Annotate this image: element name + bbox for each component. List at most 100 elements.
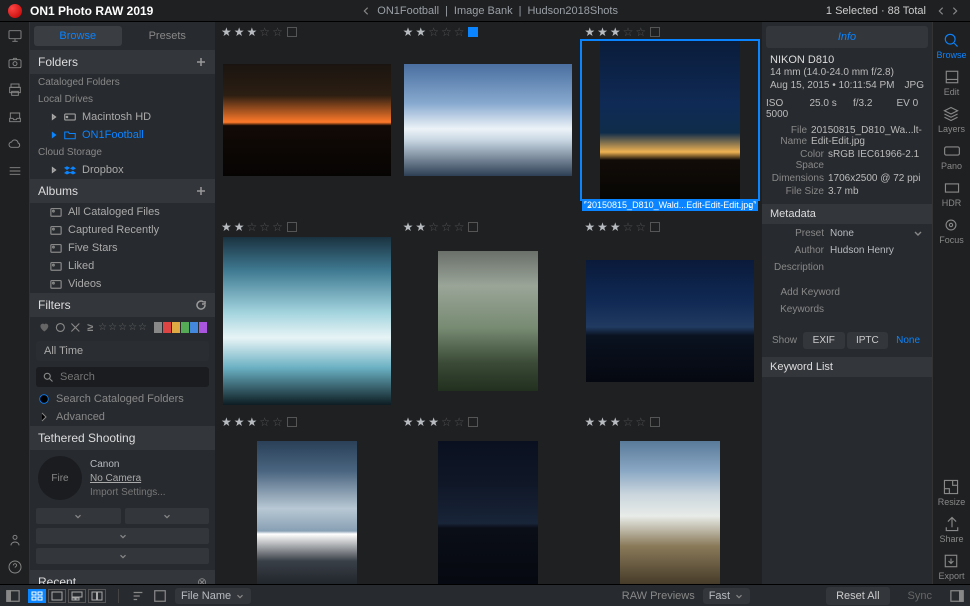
crumb-1[interactable]: Image Bank (454, 5, 513, 17)
circle-icon[interactable] (54, 321, 67, 334)
star-icon[interactable]: ★ (428, 415, 439, 429)
rail-layers[interactable]: Layers (938, 102, 965, 137)
tether-dd-3[interactable] (36, 548, 209, 564)
alltime-input[interactable] (36, 341, 209, 361)
advanced-toggle[interactable]: Advanced (30, 408, 215, 426)
star-icon[interactable]: ★ (247, 25, 258, 39)
star-icon[interactable]: ☆ (623, 25, 634, 39)
tab-presets[interactable]: Presets (124, 26, 212, 46)
album-item[interactable]: Captured Recently (30, 221, 215, 239)
star-icon[interactable]: ★ (610, 415, 621, 429)
rail-export[interactable]: Export (938, 549, 964, 584)
pill-none[interactable]: None (890, 332, 926, 349)
thumbnail-image[interactable] (219, 236, 395, 406)
thumbnail-image[interactable] (582, 41, 758, 199)
color-chip[interactable] (287, 417, 297, 427)
star-icon[interactable]: ☆ (259, 415, 270, 429)
rail-edit[interactable]: Edit (943, 65, 961, 100)
star-icon[interactable]: ★ (403, 415, 414, 429)
addkeyword-row[interactable]: Add Keyword (762, 284, 932, 301)
description-row[interactable]: Description (762, 259, 932, 276)
search-cataloged-check[interactable]: Search Cataloged Folders (30, 390, 215, 408)
star-icon[interactable]: ★ (234, 220, 245, 234)
star-icon[interactable]: ☆ (454, 220, 465, 234)
star-icon[interactable]: ☆ (259, 25, 270, 39)
thumbnail-image[interactable] (401, 41, 577, 199)
preset-row[interactable]: Preset None (762, 224, 932, 242)
filter-bar[interactable]: ≥ ☆☆☆☆☆ (30, 317, 215, 338)
expand-icon[interactable] (748, 200, 757, 209)
tray-icon[interactable] (7, 109, 23, 128)
thumbnail-image[interactable] (401, 431, 577, 584)
star-icon[interactable]: ★ (221, 220, 232, 234)
color-chip[interactable] (468, 222, 478, 232)
rail-focus[interactable]: Focus (939, 213, 964, 248)
color-chip[interactable] (650, 222, 660, 232)
plus-icon[interactable] (195, 185, 207, 197)
chevron-left-icon[interactable] (936, 6, 946, 16)
alltime-row[interactable] (30, 338, 215, 364)
metadata-header[interactable]: Metadata (762, 204, 932, 224)
thumbnail-tile[interactable]: ★★★☆☆ (582, 412, 758, 584)
color-chip[interactable] (287, 27, 297, 37)
star-icon[interactable]: ☆ (428, 220, 439, 234)
pill-iptc[interactable]: IPTC (847, 332, 889, 349)
thumbnail-tile[interactable]: ★★☆☆☆ (401, 217, 577, 406)
star-icon[interactable]: ☆ (635, 415, 646, 429)
star-icon[interactable]: ☆ (428, 25, 439, 39)
search-input[interactable] (36, 367, 209, 387)
thumbnail-image[interactable] (219, 431, 395, 584)
tether-dd-1b[interactable] (125, 508, 210, 524)
tab-browse[interactable]: Browse (34, 26, 122, 46)
star-icon[interactable]: ☆ (441, 415, 452, 429)
recent-header[interactable]: Recent ⊗ (30, 570, 215, 584)
tether-dd-1a[interactable] (36, 508, 121, 524)
clear-recent-icon[interactable]: ⊗ (197, 575, 207, 584)
rail-pano[interactable]: Pano (941, 139, 962, 174)
drive-macintosh[interactable]: Macintosh HD (30, 108, 215, 126)
star-icon[interactable]: ★ (403, 220, 414, 234)
star-icon[interactable]: ☆ (441, 220, 452, 234)
filmstrip-view-btn[interactable] (68, 589, 86, 603)
star-icon[interactable]: ★ (221, 415, 232, 429)
reset-all-button[interactable]: Reset All (826, 587, 889, 605)
album-item[interactable]: All Cataloged Files (30, 203, 215, 221)
rail-hdr[interactable]: HDR (942, 176, 962, 211)
sort-dropdown[interactable]: File Name (175, 588, 251, 604)
star-icon[interactable]: ☆ (272, 25, 283, 39)
star-icon[interactable]: ☆ (454, 25, 465, 39)
expand-icon[interactable] (583, 200, 592, 209)
star-icon[interactable]: ★ (597, 415, 608, 429)
sync-button[interactable]: Sync (898, 587, 942, 605)
album-item[interactable]: Five Stars (30, 239, 215, 257)
color-chip[interactable] (468, 27, 478, 37)
filters-header[interactable]: Filters (30, 293, 215, 317)
thumbnail-tile[interactable]: ★★★☆☆ (401, 412, 577, 584)
star-icon[interactable]: ★ (584, 415, 595, 429)
star-icon[interactable]: ☆ (635, 220, 646, 234)
thumbnail-tile[interactable]: ★★★☆☆ (219, 412, 395, 584)
star-icon[interactable]: ★ (610, 220, 621, 234)
color-chip[interactable] (650, 417, 660, 427)
color-chip[interactable] (468, 417, 478, 427)
star-icon[interactable]: ☆ (441, 25, 452, 39)
thumbnail-tile[interactable]: ★★☆☆☆ (401, 22, 577, 211)
star-icon[interactable]: ★ (597, 25, 608, 39)
help-icon[interactable] (7, 559, 23, 578)
color-chip[interactable] (650, 27, 660, 37)
thumbnail-tile[interactable]: ★★★☆☆ (582, 217, 758, 406)
monitor-icon[interactable] (7, 28, 23, 47)
thumbnail-tile[interactable]: ★★★☆☆ (219, 22, 395, 211)
heart-icon[interactable] (38, 321, 51, 334)
thumbnail-grid[interactable]: ★★★☆☆★★☆☆☆★★★☆☆20150815_D810_Wald...Edit… (215, 22, 762, 584)
checkbox-icon[interactable] (153, 589, 167, 603)
star-icon[interactable]: ★ (247, 415, 258, 429)
rail-resize[interactable]: Resize (938, 475, 966, 510)
color-chip[interactable] (287, 222, 297, 232)
crumb-0[interactable]: ON1Football (377, 5, 439, 17)
star-icon[interactable]: ★ (415, 25, 426, 39)
printer-icon[interactable] (7, 82, 23, 101)
camera-icon[interactable] (7, 55, 23, 74)
chevron-right-icon[interactable] (950, 6, 960, 16)
tether-camera[interactable]: No Camera (90, 473, 166, 484)
